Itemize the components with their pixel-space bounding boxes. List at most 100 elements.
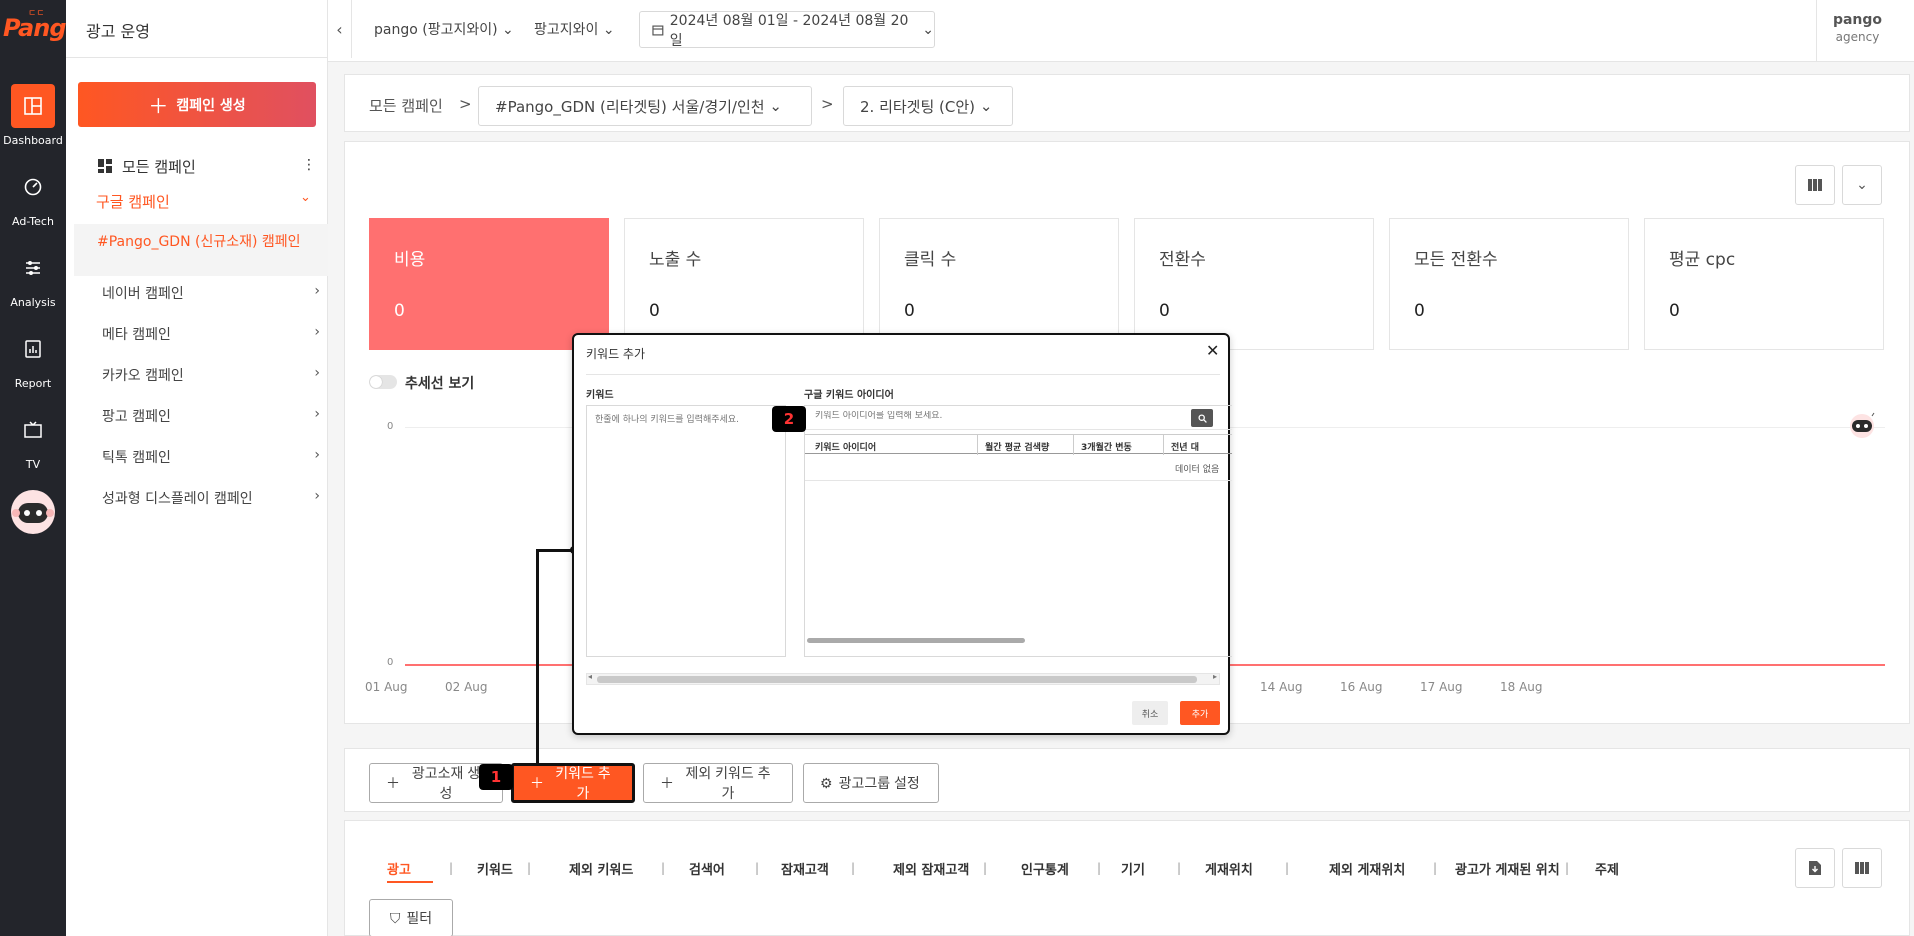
rail-item-dashboard[interactable]: Dashboard — [0, 84, 66, 154]
column-header[interactable]: 3개월간 변동 — [1081, 440, 1132, 453]
sidebar-item-google[interactable]: 구글 캠페인 — [96, 191, 170, 212]
tab-11[interactable]: 주제 — [1595, 859, 1619, 878]
user-menu[interactable]: pango agency — [1816, 0, 1898, 62]
chevron-right-icon: › — [314, 447, 320, 463]
keyword-idea-panel: 키워드 아이디어 월간 평균 검색량 3개월간 변동 전년 대 데이터 없음 — [804, 405, 1232, 657]
column-header[interactable]: 전년 대 — [1171, 440, 1199, 453]
breadcrumb-adgroup-value: 2. 리타겟팅 (C안) — [860, 97, 976, 116]
add-keyword-button[interactable]: ＋ 키워드 추가 — [511, 763, 635, 803]
add-button[interactable]: 추가 — [1180, 701, 1220, 725]
close-icon[interactable]: ✕ — [1206, 341, 1219, 360]
chatbot-icon[interactable] — [1845, 412, 1879, 440]
account-select[interactable]: 팡고지와이 ⌄ — [534, 19, 615, 39]
column-header[interactable]: 월간 평균 검색량 — [985, 440, 1049, 453]
rail-item-analysis[interactable]: Analysis — [0, 246, 66, 316]
download-button[interactable] — [1795, 848, 1835, 888]
create-campaign-button[interactable]: ＋ 캠페인 생성 — [78, 82, 316, 127]
report-icon — [11, 327, 55, 371]
metric-value: 0 — [394, 301, 405, 321]
tab-10[interactable]: 광고가 게재된 위치 — [1455, 859, 1560, 878]
sidebar-subitem-active[interactable]: #Pango_GDN (신규소재) 캠페인 — [74, 224, 328, 276]
keyword-idea-input[interactable] — [815, 411, 1175, 421]
rail-item-report[interactable]: Report — [0, 327, 66, 397]
trend-toggle-label: 추세선 보기 — [405, 376, 475, 392]
sidebar-item-meta[interactable]: 메타 캠페인 › — [102, 324, 320, 346]
chevron-down-icon: ⌄ — [769, 97, 782, 115]
metric-card-impressions[interactable]: 노출 수 0 — [624, 218, 864, 350]
tab-1[interactable]: 키워드 — [477, 859, 513, 878]
kebab-menu-icon[interactable]: ⋮ — [302, 157, 316, 173]
tab-8[interactable]: 게재위치 — [1205, 859, 1253, 878]
agency-select[interactable]: pango (팡고지와이) ⌄ — [374, 19, 514, 39]
metric-card-conversions[interactable]: 전환수 0 — [1134, 218, 1374, 350]
rail-label: Report — [14, 377, 52, 390]
add-exclude-keyword-button[interactable]: ＋ 제외 키워드 추가 — [643, 763, 793, 803]
tab-0[interactable]: 광고 — [387, 859, 411, 878]
tab-separator: | — [755, 861, 760, 875]
tab-7[interactable]: 기기 — [1121, 859, 1145, 878]
keyword-label: 키워드 — [586, 390, 614, 401]
horizontal-scrollbar[interactable] — [807, 638, 1025, 643]
x-tick-label: 18 Aug — [1500, 680, 1543, 694]
cancel-button[interactable]: 취소 — [1132, 701, 1168, 725]
active-tab-underline — [387, 881, 433, 883]
columns-button[interactable] — [1795, 165, 1835, 205]
search-button[interactable] — [1191, 409, 1213, 427]
breadcrumb-all-campaigns[interactable]: 모든 캠페인 — [369, 95, 443, 116]
collapse-sidebar-button[interactable]: ‹ — [328, 0, 352, 58]
tab-separator: | — [527, 861, 532, 875]
metric-card-all-conversions[interactable]: 모든 전환수 0 — [1389, 218, 1629, 350]
trend-toggle[interactable] — [369, 375, 397, 389]
rail-item-ad-tech[interactable]: Ad-Tech — [0, 165, 66, 235]
user-role: agency — [1835, 30, 1880, 44]
sidebar-item-display[interactable]: 성과형 디스플레이 캠페인 › — [102, 488, 320, 510]
tab-separator: | — [1177, 861, 1182, 875]
keyword-idea-table-header: 키워드 아이디어 월간 평균 검색량 3개월간 변동 전년 대 — [805, 434, 1232, 455]
tab-4[interactable]: 잠재고객 — [781, 859, 829, 878]
columns-button[interactable] — [1842, 848, 1882, 888]
scroll-right-icon[interactable]: ▸ — [1213, 672, 1217, 681]
metric-value: 0 — [1669, 301, 1680, 321]
scroll-thumb[interactable] — [597, 676, 1197, 683]
breadcrumb-campaign-select[interactable]: #Pango_GDN (리타겟팅) 서울/경기/인천 ⌄ — [478, 86, 812, 126]
chevron-down-icon[interactable]: ⌄ — [300, 190, 311, 205]
column-header[interactable]: 키워드 아이디어 — [815, 440, 876, 453]
tab-5[interactable]: 제외 잠재고객 — [893, 859, 969, 878]
rail-label: Analysis — [10, 296, 56, 309]
plus-icon: ＋ — [530, 775, 544, 791]
sidebar-item-tiktok[interactable]: 틱톡 캠페인 › — [102, 447, 320, 469]
metric-card-cost[interactable]: 비용 0 — [369, 218, 609, 350]
filter-icon: ⛉ — [389, 909, 401, 926]
mascot-avatar-icon[interactable] — [8, 487, 58, 537]
modal-horizontal-scrollbar[interactable]: ◂ ▸ — [586, 672, 1220, 685]
date-range-picker[interactable]: 2024년 08월 01일 - 2024년 08월 20일 ⌄ — [639, 11, 935, 49]
metric-card-clicks[interactable]: 클릭 수 0 — [879, 218, 1119, 350]
plus-icon: ＋ — [660, 775, 674, 791]
adgroup-settings-button[interactable]: ⚙ 광고그룹 설정 — [803, 763, 939, 803]
file-download-icon — [1809, 861, 1821, 875]
tab-9[interactable]: 제외 게재위치 — [1329, 859, 1405, 878]
tab-3[interactable]: 검색어 — [689, 859, 725, 878]
breadcrumb-adgroup-select[interactable]: 2. 리타겟팅 (C안) ⌄ — [843, 86, 1013, 126]
sidebar-item-pango[interactable]: 팡고 캠페인 › — [102, 406, 320, 428]
sidebar-item-label: 모든 캠페인 — [122, 157, 196, 176]
expand-button[interactable]: ⌄ — [1842, 165, 1882, 205]
sidebar-item-kakao[interactable]: 카카오 캠페인 › — [102, 365, 320, 387]
chevron-down-icon: ⌄ — [502, 22, 514, 38]
keyword-textarea[interactable] — [586, 405, 786, 657]
date-range-value: 2024년 08월 01일 - 2024년 08월 20일 — [669, 12, 909, 49]
filter-button[interactable]: ⛉ 필터 — [369, 899, 453, 936]
sidebar-item-all-campaigns[interactable]: 모든 캠페인 — [98, 155, 320, 177]
metric-card-avg-cpc[interactable]: 평균 cpc 0 — [1644, 218, 1884, 350]
rail-label: Dashboard — [3, 134, 63, 147]
top-bar: ‹ pango (팡고지와이) ⌄ 팡고지와이 ⌄ 2024년 08월 01일 … — [328, 0, 1914, 62]
plus-icon: ＋ — [386, 775, 400, 791]
scroll-left-icon[interactable]: ◂ — [588, 672, 592, 681]
chevron-right-icon: › — [314, 365, 320, 381]
x-tick-label: 17 Aug — [1420, 680, 1463, 694]
rail-item-tv[interactable]: TV — [0, 408, 66, 478]
tab-6[interactable]: 인구통계 — [1021, 859, 1069, 878]
tab-2[interactable]: 제외 키워드 — [569, 859, 633, 878]
user-name: pango — [1832, 12, 1883, 28]
sidebar-item-naver[interactable]: 네이버 캠페인 › — [102, 283, 320, 305]
